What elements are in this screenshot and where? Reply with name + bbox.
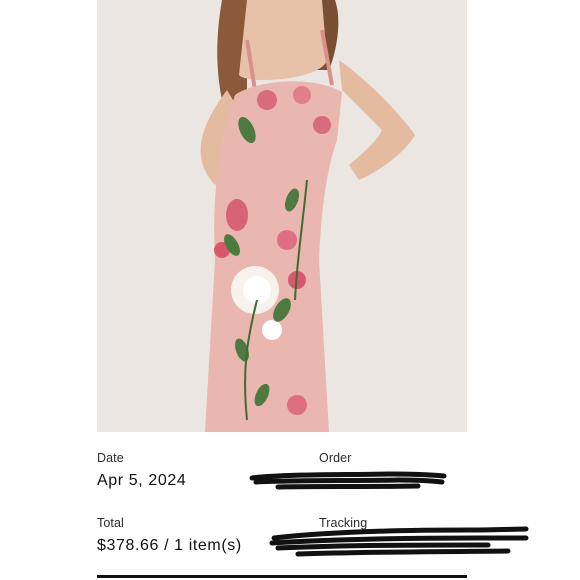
order-label: Order	[319, 451, 352, 465]
date-value: Apr 5, 2024	[97, 472, 187, 489]
total-label: Total	[97, 516, 124, 530]
total-value: $378.66 / 1 item(s)	[97, 537, 242, 554]
order-number-redaction	[249, 471, 447, 490]
tracking-number-redaction	[269, 526, 529, 557]
date-label: Date	[97, 451, 124, 465]
bottom-divider	[97, 575, 467, 578]
floral-dress-photo-icon	[97, 0, 467, 432]
order-details-page: Date Apr 5, 2024 Order Total $378.66 / 1…	[0, 0, 580, 580]
product-photo	[97, 0, 467, 432]
